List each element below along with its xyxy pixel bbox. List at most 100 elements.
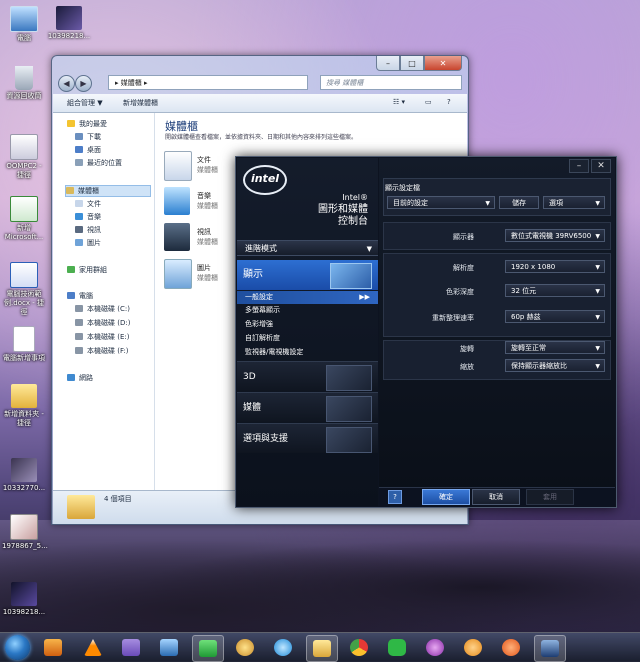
category-options-support[interactable]: 選項與支援 [237, 423, 378, 453]
cancel-button[interactable]: 取消 [472, 489, 520, 505]
color-depth-dropdown[interactable]: 32 位元 ▼ [505, 284, 605, 297]
sidebar-item-downloads[interactable]: 下載 [75, 132, 101, 142]
taskbar-vlc[interactable] [78, 635, 108, 660]
taskbar-internet-explorer[interactable] [268, 635, 298, 660]
help-button[interactable]: ? [388, 490, 402, 504]
apply-button[interactable]: 套用 [526, 489, 574, 505]
intel-control-panel: intel Intel® 圖形和媒體 控制台 進階模式 ▼ 顯示 一般設定 ▶▶ … [235, 156, 617, 508]
desktop-icon-excel[interactable]: 新增 Microsoft... [2, 196, 46, 242]
desktop-icon-image-2[interactable]: 10332770... [2, 458, 46, 493]
taskbar-paint[interactable] [230, 635, 260, 660]
display-dropdown[interactable]: 數位式電視機 39RV6500 ▼ [505, 229, 605, 242]
toolbar: 組合管理 ▼ 新增媒體櫃 ☷ ▾ ▭ ? [53, 94, 467, 113]
rotation-dropdown[interactable]: 旋轉至正常 ▼ [505, 341, 605, 354]
resolution-label: 解析度 [453, 264, 474, 272]
ok-button[interactable]: 確定 [422, 489, 470, 505]
item-name: 視訊 [197, 228, 211, 236]
chevron-down-icon: ▼ [595, 200, 600, 207]
taskbar-intel-panel[interactable] [534, 635, 566, 662]
new-library-button[interactable]: 新增媒體櫃 [123, 98, 158, 108]
desktop-icon-shortcut[interactable]: OOMPC2 - 捷徑 [2, 134, 46, 180]
sidebar-item-favorites[interactable]: 我的最愛 [67, 119, 107, 129]
desktop-icon-folder-shortcut[interactable]: 新增資料夾 - 捷徑 [2, 384, 46, 428]
view-options-icon[interactable]: ☷ ▾ [393, 98, 405, 106]
minimize-button[interactable]: – [376, 56, 400, 71]
desktop-icon-computer[interactable]: 電腦 [2, 6, 46, 43]
taskbar-remote[interactable] [154, 635, 184, 660]
window-controls: – □ ✕ [376, 56, 462, 71]
organize-button[interactable]: 組合管理 ▼ [67, 98, 103, 108]
taskbar-app-orange[interactable] [496, 635, 526, 660]
desktop-icon-image-4[interactable]: 10398218... [2, 582, 46, 617]
sidebar-item-drive-d[interactable]: 本機磁碟 (D:) [75, 318, 130, 328]
forward-button[interactable]: ▶ [75, 75, 92, 92]
sidebar-item-documents[interactable]: 文件 [75, 199, 101, 209]
minimize-button[interactable]: – [569, 159, 589, 173]
taskbar-explorer[interactable] [306, 635, 338, 662]
sidebar-item-recent[interactable]: 最近的位置 [75, 158, 122, 168]
category-media[interactable]: 媒體 [237, 392, 378, 422]
maximize-button[interactable]: □ [400, 56, 424, 71]
close-button[interactable]: ✕ [591, 159, 611, 173]
desktop-icon-image-1[interactable]: 10398218... [47, 6, 91, 41]
mode-selector[interactable]: 進階模式 ▼ [237, 240, 378, 256]
close-button[interactable]: ✕ [424, 56, 462, 71]
sidebar-item-music[interactable]: 音樂 [75, 212, 101, 222]
pictures-icon [75, 239, 83, 246]
paint-icon [236, 639, 254, 656]
taskbar-app-face[interactable] [458, 635, 488, 660]
subitem-monitor-tv[interactable]: 監視器/電視機設定 [237, 346, 378, 359]
taskbar-visual-studio[interactable] [116, 635, 146, 660]
subitem-color-enhancement[interactable]: 色彩增強 [237, 318, 378, 331]
network-icon [67, 374, 75, 381]
sidebar-item-drive-e[interactable]: 本機磁碟 (E:) [75, 332, 129, 342]
breadcrumb[interactable]: 媒體櫃 [121, 79, 142, 87]
profile-dropdown[interactable]: 目前的設定 ▼ [387, 196, 495, 209]
taskbar-media-player[interactable] [38, 635, 68, 660]
intel-left-panel: intel Intel® 圖形和媒體 控制台 進階模式 ▼ 顯示 一般設定 ▶▶ … [237, 158, 378, 506]
help-icon[interactable]: ? [447, 98, 451, 106]
category-display[interactable]: 顯示 [237, 260, 378, 290]
desktop-icon-image-3[interactable]: 1978867_5... [2, 514, 48, 551]
3d-icon [326, 365, 372, 391]
resolution-dropdown[interactable]: 1920 x 1080 ▼ [505, 260, 605, 273]
save-button[interactable]: 儲存 [499, 196, 539, 209]
address-bar[interactable]: ▸ 媒體櫃 ▸ [108, 75, 308, 90]
sidebar-item-computer[interactable]: 電腦 [67, 291, 93, 301]
taskbar-line[interactable] [382, 635, 412, 660]
search-input[interactable]: 搜尋 媒體櫃 [320, 75, 462, 90]
sidebar-item-homegroup[interactable]: 家用群組 [67, 265, 107, 275]
desktop-icon-recycle-bin[interactable]: 資源回收筒 [2, 66, 46, 101]
subitem-custom-resolution[interactable]: 自訂解析度 [237, 332, 378, 345]
sidebar-item-libraries[interactable]: 媒體櫃 [65, 185, 151, 197]
desktop-icon-word[interactable]: 電腦技術範例.docx - 捷徑 [2, 262, 46, 317]
chevron-down-icon: ▼ [366, 245, 372, 253]
sidebar-item-drive-f[interactable]: 本機磁碟 (F:) [75, 346, 129, 356]
taskbar-calendar[interactable] [192, 635, 224, 662]
subitem-general-settings[interactable]: 一般設定 ▶▶ [237, 291, 378, 304]
refresh-rate-label: 重新整理速率 [432, 314, 474, 322]
sidebar-item-pictures[interactable]: 圖片 [75, 238, 101, 248]
options-button[interactable]: 選項 ▼ [543, 196, 605, 209]
shortcut-icon [10, 134, 38, 160]
sidebar-item-videos[interactable]: 視訊 [75, 225, 101, 235]
taskbar-chrome[interactable] [344, 635, 374, 660]
category-3d[interactable]: 3D [237, 361, 378, 391]
subitem-multi-display[interactable]: 多螢幕顯示 [237, 304, 378, 317]
desktop-icon-text[interactable]: 電腦新增事項 [2, 326, 46, 363]
sidebar-item-network[interactable]: 網路 [67, 373, 93, 383]
preview-pane-icon[interactable]: ▭ [425, 98, 432, 106]
sidebar-item-drive-c[interactable]: 本機磁碟 (C:) [75, 304, 130, 314]
sidebar-item-desktop[interactable]: 桌面 [75, 145, 101, 155]
music-icon [164, 187, 190, 215]
desktop-icon-label: 1978867_5... [2, 542, 48, 550]
library-icon [66, 187, 74, 194]
scaling-dropdown[interactable]: 保持顯示器縮放比 ▼ [505, 359, 605, 372]
desktop-icon-label: 電腦新增事項 [3, 354, 45, 362]
start-button[interactable] [5, 635, 30, 660]
refresh-rate-dropdown[interactable]: 60p 赫茲 ▼ [505, 310, 605, 323]
taskbar-app-purple[interactable] [420, 635, 450, 660]
back-button[interactable]: ◀ [58, 75, 75, 92]
desktop-icon [75, 146, 83, 153]
recent-places-icon [75, 159, 83, 166]
